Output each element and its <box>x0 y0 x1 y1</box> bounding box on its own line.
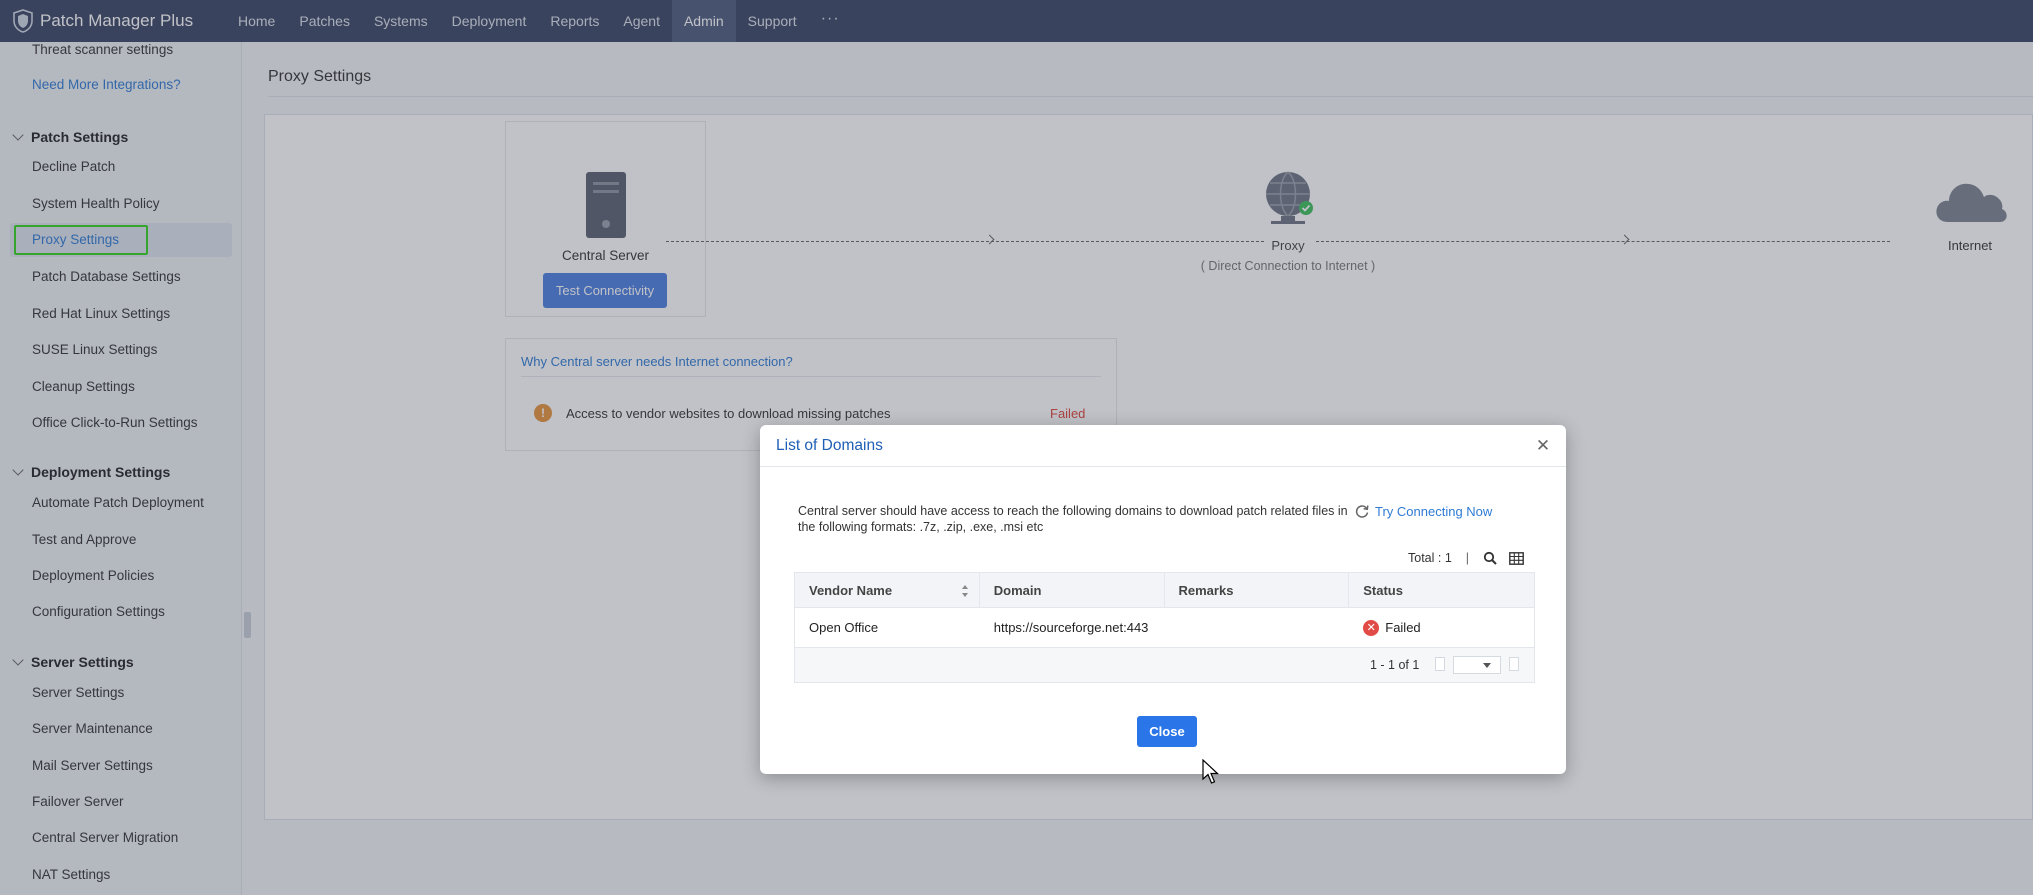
toolbar-separator: | <box>1465 551 1470 565</box>
remarks-cell <box>1165 608 1350 647</box>
caret-down-icon <box>1483 663 1491 668</box>
pagination-text: 1 - 1 of 1 <box>1370 658 1420 672</box>
column-chooser-icon[interactable] <box>1509 551 1524 565</box>
column-header-status[interactable]: Status <box>1349 573 1534 607</box>
modal-description: Central server should have access to rea… <box>798 504 1348 534</box>
status-text: Failed <box>1385 619 1421 635</box>
try-now-label: Try Connecting Now <box>1375 503 1493 519</box>
table-header: Vendor Name Domain Remarks Status <box>795 573 1534 608</box>
domain-cell: https://sourceforge.net:443 <box>993 620 1149 635</box>
vendor-cell: Open Office <box>809 620 879 635</box>
search-icon[interactable] <box>1483 551 1497 565</box>
table-toolbar: Total : 1 | <box>1408 551 1536 565</box>
domains-table: Vendor Name Domain Remarks Status Open O… <box>794 572 1535 683</box>
failed-icon: ✕ <box>1363 619 1380 636</box>
domains-modal: List of Domains ✕ Central server should … <box>760 425 1566 774</box>
refresh-icon <box>1355 505 1369 518</box>
modal-divider <box>760 466 1566 467</box>
page-size-select[interactable] <box>1453 656 1501 674</box>
column-header-remarks[interactable]: Remarks <box>1165 573 1350 607</box>
column-header-vendor-name[interactable]: Vendor Name <box>795 573 980 607</box>
mouse-cursor-icon <box>1202 759 1220 784</box>
sort-icon[interactable] <box>961 584 969 598</box>
close-icon[interactable]: ✕ <box>1534 437 1552 455</box>
previous-page-button[interactable] <box>1435 657 1445 671</box>
modal-title: List of Domains <box>776 437 883 454</box>
close-button[interactable]: Close <box>1137 716 1197 747</box>
table-row[interactable]: Open Office https://sourceforge.net:443 … <box>795 608 1534 648</box>
try-connecting-now-link[interactable]: Try Connecting Now <box>1354 503 1492 519</box>
column-header-domain[interactable]: Domain <box>980 573 1165 607</box>
table-pagination: 1 - 1 of 1 <box>795 648 1534 682</box>
column-label: Vendor Name <box>809 583 893 598</box>
total-count: Total : 1 <box>1408 551 1452 565</box>
next-page-button[interactable] <box>1509 657 1519 671</box>
status-cell: ✕ Failed <box>1349 608 1534 647</box>
